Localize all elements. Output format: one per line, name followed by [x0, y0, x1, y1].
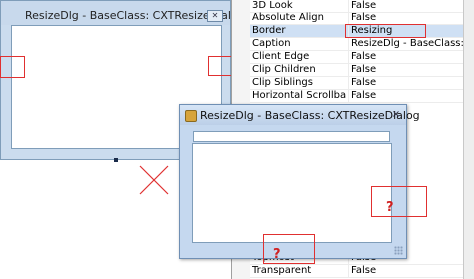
- runtime-dialog-title: ResizeDlg - BaseClass: CXTResizeDialog: [200, 109, 420, 122]
- annotation-box-right: [371, 186, 427, 217]
- annotation-question-bottom: ?: [273, 247, 281, 262]
- property-name: Horizontal Scrollbar: [252, 90, 346, 101]
- property-name: 3D Look: [252, 0, 293, 11]
- property-value[interactable]: ResizeDlg - BaseClass: CXTResizeDialog: [348, 38, 464, 50]
- runtime-dialog-client-area: [192, 143, 392, 243]
- property-row[interactable]: Client Edge False: [250, 51, 464, 64]
- property-value[interactable]: False: [348, 51, 464, 63]
- size-grip-icon[interactable]: [394, 246, 403, 255]
- property-value[interactable]: False: [348, 265, 464, 277]
- annotation-x-mark: [139, 165, 169, 195]
- annotation-box-border-value: [345, 24, 426, 38]
- property-row[interactable]: Clip Siblings False: [250, 77, 464, 90]
- property-name: Absolute Align: [252, 12, 324, 23]
- property-name: Transparent: [252, 265, 312, 276]
- property-name: Clip Siblings: [252, 77, 313, 88]
- property-value[interactable]: False: [348, 90, 464, 102]
- property-name: Border: [252, 25, 286, 36]
- close-icon[interactable]: ✕: [207, 10, 223, 22]
- property-row[interactable]: Transparent False: [250, 265, 464, 278]
- property-value[interactable]: False: [348, 12, 464, 24]
- property-value[interactable]: False: [348, 77, 464, 89]
- property-row[interactable]: Horizontal Scrollbar False: [250, 90, 464, 103]
- runtime-dialog-titlebar[interactable]: ResizeDlg - BaseClass: CXTResizeDialog ×: [180, 105, 420, 125]
- close-icon[interactable]: ×: [390, 109, 402, 121]
- annotation-box-right-edge: [208, 56, 233, 76]
- property-value[interactable]: False: [348, 64, 464, 76]
- runtime-text-field[interactable]: [193, 131, 390, 142]
- resize-handle-bottom[interactable]: [114, 158, 118, 162]
- property-value[interactable]: False: [348, 0, 464, 12]
- property-name: Clip Children: [252, 64, 316, 75]
- annotation-box-bottom: [263, 234, 315, 264]
- property-name: Caption: [252, 38, 291, 49]
- design-dialog-titlebar[interactable]: ResizeDlg - BaseClass: CXTResizeDialog ✕: [1, 1, 245, 25]
- annotation-question-right: ?: [386, 200, 394, 215]
- vertical-scrollbar[interactable]: [463, 0, 474, 279]
- property-row[interactable]: Clip Children False: [250, 64, 464, 77]
- annotation-box-left-edge: [0, 56, 25, 78]
- app-icon: [185, 110, 197, 122]
- property-name: Client Edge: [252, 51, 310, 62]
- property-row[interactable]: Caption ResizeDlg - BaseClass: CXTResizeD…: [250, 38, 464, 51]
